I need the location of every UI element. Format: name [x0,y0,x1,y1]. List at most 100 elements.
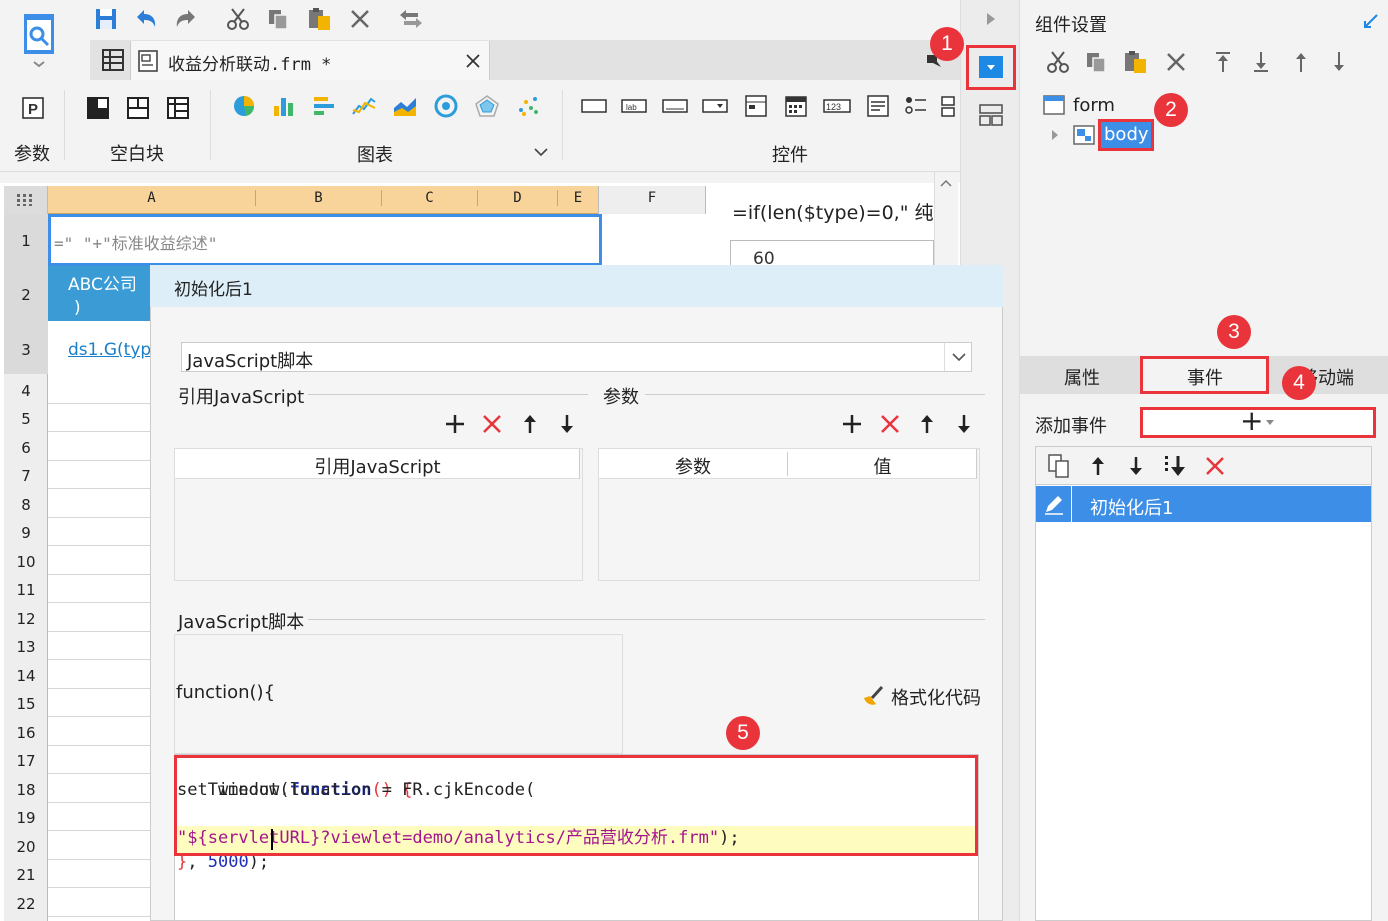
area-chart-icon[interactable] [390,92,420,120]
move-down-icon[interactable] [952,412,976,436]
scroll-up-icon[interactable] [936,174,956,192]
move-up-icon[interactable] [1288,48,1314,76]
chevron-down-icon[interactable] [530,142,552,162]
delete-icon[interactable] [1162,48,1190,76]
format-code-button[interactable]: 格式化代码 [891,684,981,710]
row-header[interactable]: 15 [4,695,48,713]
move-bottom-icon[interactable] [1248,48,1274,76]
move-down-icon[interactable] [1124,453,1148,479]
grid-view-icon[interactable] [100,47,126,73]
paste-icon[interactable] [304,5,334,33]
row-header[interactable]: 10 [4,553,48,571]
param-icon[interactable]: P [18,94,48,122]
move-top-icon[interactable] [1210,48,1236,76]
copy-event-icon[interactable] [1046,453,1072,479]
row-header[interactable]: 21 [4,866,48,884]
textbox-widget-icon[interactable] [660,92,690,120]
collapse-arrow-icon[interactable] [980,8,1002,30]
column-header-e[interactable]: E [558,190,598,206]
layout-icon[interactable] [978,102,1004,128]
move-up-icon[interactable] [915,412,939,436]
ref-js-column-header[interactable]: 引用JavaScript [175,453,580,479]
redo-icon[interactable] [172,5,200,33]
row-header[interactable]: 3 [4,341,48,359]
column-header-b[interactable]: B [256,190,382,206]
row-header[interactable]: 5 [4,410,48,428]
scatter-chart-icon[interactable] [514,92,542,120]
form-widget-icon[interactable] [742,92,770,120]
row-header[interactable]: 6 [4,439,48,457]
move-up-icon[interactable] [518,412,542,436]
row-header[interactable]: 12 [4,610,48,628]
copy-icon[interactable] [264,5,292,33]
column-header-d[interactable]: D [478,190,558,206]
value-box[interactable]: 60 [730,240,934,265]
params-column-header[interactable]: 参数 [599,453,787,479]
move-down-icon[interactable] [1326,48,1352,76]
row-header[interactable]: 17 [4,752,48,770]
edit-pencil-icon[interactable] [1036,486,1072,522]
date-widget-icon[interactable] [782,92,810,120]
event-item[interactable] [1036,486,1371,522]
pie-chart-icon[interactable] [230,92,258,120]
ribbon-divider [210,90,211,160]
blank-block-icon-3[interactable] [164,94,192,122]
row-header[interactable]: 16 [4,724,48,742]
row-header[interactable]: 8 [4,496,48,514]
delete-icon[interactable] [346,5,374,33]
line-chart-icon[interactable] [350,92,378,120]
close-tab-icon[interactable] [462,50,484,72]
row-header[interactable]: 20 [4,838,48,856]
blank-block-icon-2[interactable] [124,94,152,122]
cut-icon[interactable] [224,5,252,33]
gauge-chart-icon[interactable] [432,92,460,120]
button-widget-icon[interactable] [580,92,608,120]
add-icon[interactable] [443,412,467,436]
chevron-down-icon[interactable] [944,343,972,371]
row-header[interactable]: 19 [4,809,48,827]
row-header[interactable]: 7 [4,467,48,485]
move-bottom-icon[interactable] [1162,453,1190,479]
delete-event-icon[interactable] [1203,453,1227,479]
row-header[interactable]: 22 [4,895,48,913]
row-header[interactable]: 11 [4,581,48,599]
row-header[interactable]: 2 [4,286,48,304]
copy-icon[interactable] [1082,48,1110,76]
row-header[interactable]: 4 [4,382,48,400]
template-icon[interactable] [20,10,58,70]
expand-arrow-icon[interactable] [1048,126,1062,144]
broom-icon[interactable] [858,682,886,710]
expand-icon[interactable] [1360,10,1382,32]
paste-icon[interactable] [1120,48,1150,76]
textarea-widget-icon[interactable] [864,92,892,120]
undo-icon[interactable] [132,5,160,33]
swap-icon[interactable] [396,5,426,33]
row-header[interactable]: 13 [4,638,48,656]
row-header[interactable]: 14 [4,667,48,685]
row-header[interactable]: 1 [4,232,48,250]
add-icon[interactable] [840,412,864,436]
column-header-a[interactable]: A [48,190,256,206]
bar-chart-icon[interactable] [270,92,298,120]
remove-icon[interactable] [878,412,902,436]
move-up-icon[interactable] [1086,453,1110,479]
move-down-icon[interactable] [555,412,579,436]
combobox-widget-icon[interactable] [700,92,730,120]
checkbox-widget-icon[interactable] [940,92,960,120]
grid-line [48,802,150,803]
blank-block-icon-1[interactable] [84,94,112,122]
cut-icon[interactable] [1044,48,1072,76]
row-header[interactable]: 9 [4,524,48,542]
radar-chart-icon[interactable] [472,92,502,120]
label-widget-icon[interactable]: lab [620,92,648,120]
save-icon[interactable] [92,5,120,33]
number-widget-icon[interactable]: 123 [822,92,852,120]
radio-group-widget-icon[interactable] [902,92,930,120]
tree-node-form[interactable]: form [1073,95,1115,116]
value-column-header[interactable]: 值 [788,453,977,479]
row-header[interactable]: 18 [4,781,48,799]
hbar-chart-icon[interactable] [310,92,338,120]
column-header-c[interactable]: C [382,190,478,206]
column-header-f[interactable]: F [598,190,706,206]
remove-icon[interactable] [480,412,504,436]
